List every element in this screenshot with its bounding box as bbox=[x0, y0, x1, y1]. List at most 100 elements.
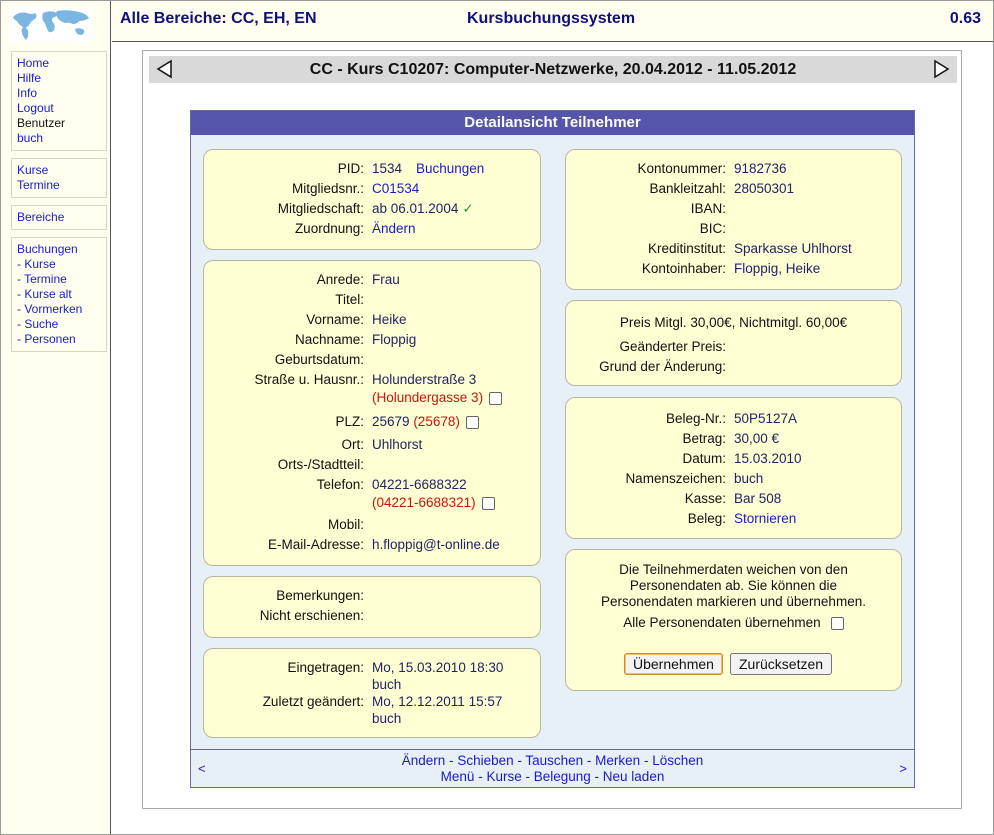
street-value: Holunderstraße 3 bbox=[372, 372, 477, 387]
membership-value: ab 06.01.2004 ✓ bbox=[372, 200, 474, 218]
menu-help[interactable]: Hilfe bbox=[17, 71, 101, 86]
menu-areas[interactable]: Bereiche bbox=[17, 210, 101, 225]
changed-price-row: Geänderter Preis: bbox=[566, 338, 901, 356]
receipt-no-value: 50P5127A bbox=[734, 411, 798, 426]
phone-checkbox[interactable] bbox=[481, 496, 495, 510]
main-menu: Home Hilfe Info Logout Benutzer buch bbox=[11, 51, 107, 151]
account-value: 9182736 bbox=[734, 161, 787, 176]
absent-row: Nicht erschienen: bbox=[204, 607, 540, 625]
cancel-receipt-link[interactable]: Stornieren bbox=[734, 510, 796, 528]
bookings-link[interactable]: Buchungen bbox=[416, 160, 484, 178]
difference-text-2: Personendaten ab. Sie können die bbox=[629, 578, 838, 593]
membership-card: PID: 1534 Buchungen Mitgliedsnr.: C01534… bbox=[203, 149, 541, 250]
email-row: E-Mail-Adresse: h.floppig@t-online.de bbox=[204, 536, 540, 554]
zip-checkbox[interactable] bbox=[465, 415, 479, 429]
menu-bookings-reservations[interactable]: - Vormerken bbox=[17, 302, 101, 317]
action-change-link[interactable]: Ändern bbox=[402, 753, 446, 768]
membership-date: ab 06.01.2004 bbox=[372, 201, 459, 216]
street-checkbox[interactable] bbox=[489, 391, 503, 405]
lastname-value: Floppig bbox=[372, 332, 417, 347]
menu-bookings-dates[interactable]: - Termine bbox=[17, 272, 101, 287]
city-label: Ort: bbox=[341, 437, 365, 452]
action-remember-link[interactable]: Merken bbox=[595, 753, 640, 768]
menu-bookings[interactable]: Buchungen bbox=[17, 242, 101, 257]
action-swap-link[interactable]: Tauschen bbox=[525, 753, 583, 768]
difference-text-3: Personendaten markieren und übernehmen. bbox=[601, 594, 866, 609]
take-all-checkbox[interactable] bbox=[830, 616, 844, 630]
take-all-label: Alle Personendaten übernehmen bbox=[623, 615, 821, 630]
phone-alt-row: (04221-6688321) bbox=[204, 494, 540, 512]
blz-label: Bankleitzahl: bbox=[649, 181, 726, 196]
amount-label: Betrag: bbox=[682, 431, 726, 446]
action-move-link[interactable]: Schieben bbox=[457, 753, 513, 768]
assignment-row: Zuordnung: Ändern bbox=[204, 220, 540, 238]
receipt-card: Beleg-Nr.: 50P5127A Betrag: 30,00 € Datu… bbox=[565, 397, 902, 539]
entered-label: Eingetragen: bbox=[287, 660, 364, 675]
system-title: Kursbuchungssystem bbox=[467, 10, 636, 27]
changed-by-value: buch bbox=[372, 711, 402, 726]
pid-row: PID: 1534 Buchungen bbox=[204, 160, 540, 178]
phone-row: Telefon: 04221-6688322 bbox=[204, 476, 540, 494]
separator: - bbox=[583, 753, 596, 768]
menu-bookings-courses[interactable]: - Kurse bbox=[17, 257, 101, 272]
apply-button[interactable]: Übernehmen bbox=[624, 653, 723, 675]
action-links: Ändern - Schieben - Tauschen - Merken - … bbox=[191, 753, 914, 785]
pid-link[interactable]: 1534 bbox=[372, 160, 402, 178]
zip-row: PLZ: 25679 (25678) bbox=[204, 413, 540, 431]
action-courses-link[interactable]: Kurse bbox=[486, 769, 521, 784]
zip-label: PLZ: bbox=[335, 414, 364, 429]
menu-logout[interactable]: Logout bbox=[17, 101, 101, 116]
price-row: Preis Mitgl. 30,00€, Nichtmitgl. 60,00€ bbox=[619, 315, 848, 330]
assignment-change-link[interactable]: Ändern bbox=[372, 220, 416, 238]
receipt-no-label: Beleg-Nr.: bbox=[665, 411, 726, 426]
reset-button[interactable]: Zurücksetzen bbox=[730, 653, 833, 675]
phone-alt-text: (04221-6688321) bbox=[372, 495, 476, 510]
bic-row: BIC: bbox=[566, 220, 901, 238]
receipt-row: Beleg: Stornieren bbox=[566, 510, 901, 528]
course-navbar: CC - Kurs C10207: Computer-Netzwerke, 20… bbox=[149, 56, 957, 83]
next-course-arrow-icon[interactable] bbox=[931, 59, 951, 79]
menu-courses[interactable]: Kurse bbox=[17, 163, 101, 178]
member-no-link[interactable]: C01534 bbox=[372, 180, 419, 198]
menu-info[interactable]: Info bbox=[17, 86, 101, 101]
firstname-row: Vorname: Heike bbox=[204, 311, 540, 329]
check-icon: ✓ bbox=[462, 201, 474, 216]
street-row: Straße u. Hausnr.: Holunderstraße 3 bbox=[204, 371, 540, 389]
entered-by-row: buch bbox=[204, 676, 540, 694]
menu-home[interactable]: Home bbox=[17, 56, 101, 71]
remarks-row: Bemerkungen: bbox=[204, 587, 540, 605]
separator: - bbox=[474, 769, 487, 784]
difference-text-1: Die Teilnehmerdaten weichen von den bbox=[619, 562, 848, 577]
lastname-row: Nachname: Floppig bbox=[204, 331, 540, 349]
user-name-link[interactable]: buch bbox=[17, 131, 101, 146]
menu-bookings-persons[interactable]: - Personen bbox=[17, 332, 101, 347]
sidebar: Home Hilfe Info Logout Benutzer buch Kur… bbox=[1, 1, 111, 834]
menu-bookings-old-courses[interactable]: - Kurse alt bbox=[17, 287, 101, 302]
entered-value: Mo, 15.03.2010 18:30 bbox=[372, 660, 504, 675]
action-reload-link[interactable]: Neu laden bbox=[603, 769, 665, 784]
holder-row: Kontoinhaber: Floppig, Heike bbox=[566, 260, 901, 278]
receipt-no-row: Beleg-Nr.: 50P5127A bbox=[566, 410, 901, 428]
institute-label: Kreditinstitut: bbox=[647, 241, 726, 256]
street-alt-value: (Holundergasse 3) bbox=[372, 389, 503, 407]
menu-bookings-search[interactable]: - Suche bbox=[17, 317, 101, 332]
membership-row: Mitgliedschaft: ab 06.01.2004 ✓ bbox=[204, 200, 540, 218]
page-header: Alle Bereiche: CC, EH, EN Kursbuchungssy… bbox=[112, 1, 993, 42]
action-occupancy-link[interactable]: Belegung bbox=[534, 769, 591, 784]
receipt-date-row: Datum: 15.03.2010 bbox=[566, 450, 901, 468]
absent-label: Nicht erschienen: bbox=[259, 608, 364, 623]
city-row: Ort: Uhlhorst bbox=[204, 436, 540, 454]
action-bar: < > Ändern - Schieben - Tauschen - Merke… bbox=[191, 749, 914, 787]
action-delete-link[interactable]: Löschen bbox=[652, 753, 703, 768]
mobile-row: Mobil: bbox=[204, 516, 540, 534]
amount-row: Betrag: 30,00 € bbox=[566, 430, 901, 448]
action-menu-link[interactable]: Menü bbox=[441, 769, 475, 784]
iban-row: IBAN: bbox=[566, 200, 901, 218]
district-label: Orts-/Stadtteil: bbox=[277, 457, 364, 472]
reason-label: Grund der Änderung: bbox=[599, 359, 726, 374]
street-alt-row: (Holundergasse 3) bbox=[204, 389, 540, 407]
account-label: Kontonummer: bbox=[637, 161, 726, 176]
menu-dates[interactable]: Termine bbox=[17, 178, 101, 193]
data-difference-card: Die Teilnehmerdaten weichen von den Pers… bbox=[565, 549, 902, 691]
sign-label: Namenszeichen: bbox=[625, 471, 726, 486]
